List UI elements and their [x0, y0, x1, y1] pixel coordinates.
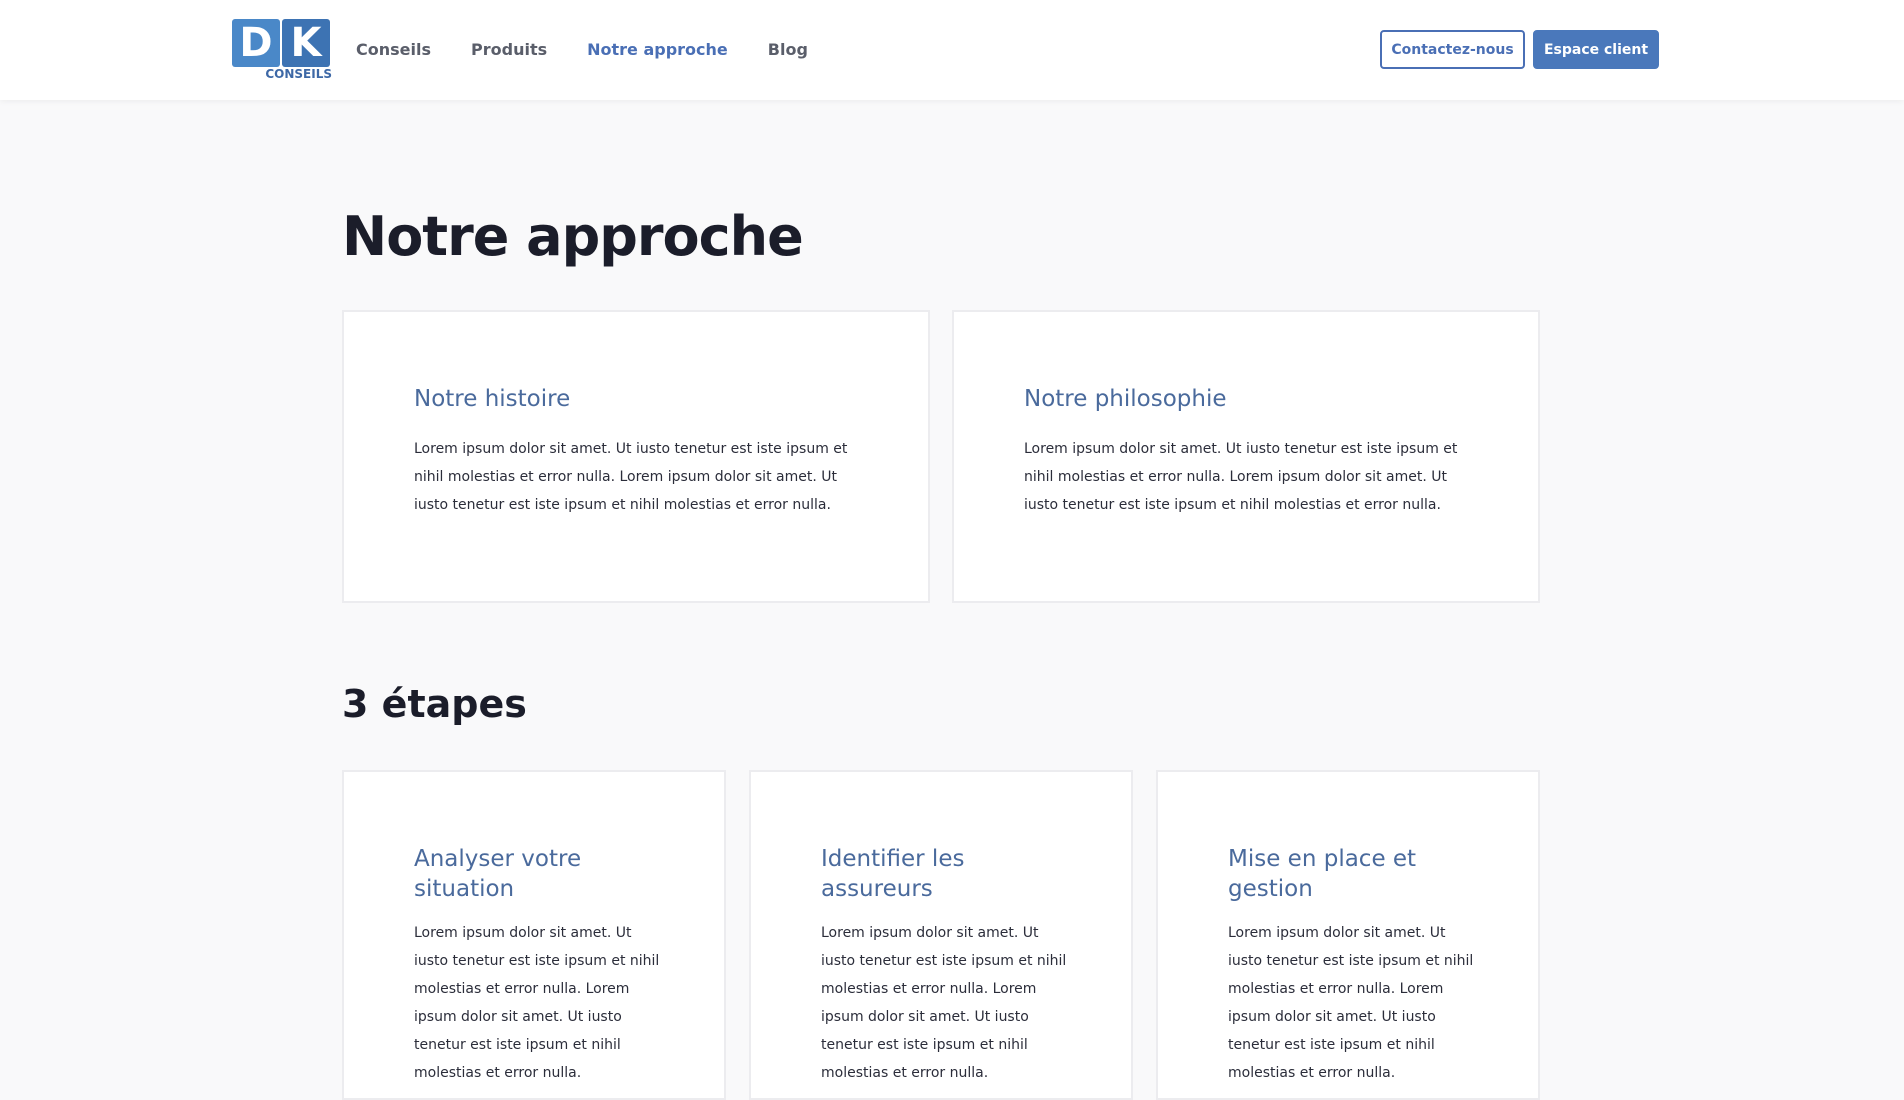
step-card-mise-en-place: Mise en place et gestion Lorem ipsum dol… — [1156, 770, 1540, 1100]
steps-section-title: 3 étapes — [342, 682, 527, 726]
client-area-button[interactable]: Espace client — [1533, 30, 1659, 69]
card-notre-philosophie: Notre philosophie Lorem ipsum dolor sit … — [952, 310, 1540, 603]
dk-conseils-logo[interactable]: D K CONSEILS — [232, 19, 334, 83]
step-card-identifier: Identifier les assureurs Lorem ipsum dol… — [749, 770, 1133, 1100]
card-notre-histoire: Notre histoire Lorem ipsum dolor sit ame… — [342, 310, 930, 603]
step-text: Lorem ipsum dolor sit amet. Ut iusto ten… — [821, 925, 1067, 1081]
nav-link-blog[interactable]: Blog — [768, 40, 808, 59]
step-text: Lorem ipsum dolor sit amet. Ut iusto ten… — [1228, 925, 1474, 1081]
page-title: Notre approche — [342, 205, 804, 268]
card-text: Lorem ipsum dolor sit amet. Ut iusto ten… — [414, 441, 848, 513]
nav-link-conseils[interactable]: Conseils — [356, 40, 431, 59]
card-title: Notre histoire — [414, 386, 571, 412]
contact-button[interactable]: Contactez-nous — [1380, 30, 1525, 69]
main-nav: Conseils Produits Notre approche Blog — [356, 40, 808, 59]
card-text: Lorem ipsum dolor sit amet. Ut iusto ten… — [1024, 441, 1458, 513]
step-text: Lorem ipsum dolor sit amet. Ut iusto ten… — [414, 925, 660, 1081]
site-header: D K CONSEILS Conseils Produits Notre app… — [0, 0, 1904, 100]
logo-letter-k: K — [282, 19, 330, 67]
step-card-analyser: Analyser votre situation Lorem ipsum dol… — [342, 770, 726, 1100]
nav-link-notre-approche[interactable]: Notre approche — [587, 40, 728, 59]
card-title: Notre philosophie — [1024, 386, 1227, 412]
step-title: Identifier les assureurs — [821, 846, 965, 902]
logo-letter-d: D — [232, 19, 280, 67]
step-title: Analyser votre situation — [414, 846, 582, 902]
logo-subtitle: CONSEILS — [265, 67, 332, 81]
step-title: Mise en place et gestion — [1228, 846, 1417, 902]
nav-link-produits[interactable]: Produits — [471, 40, 547, 59]
